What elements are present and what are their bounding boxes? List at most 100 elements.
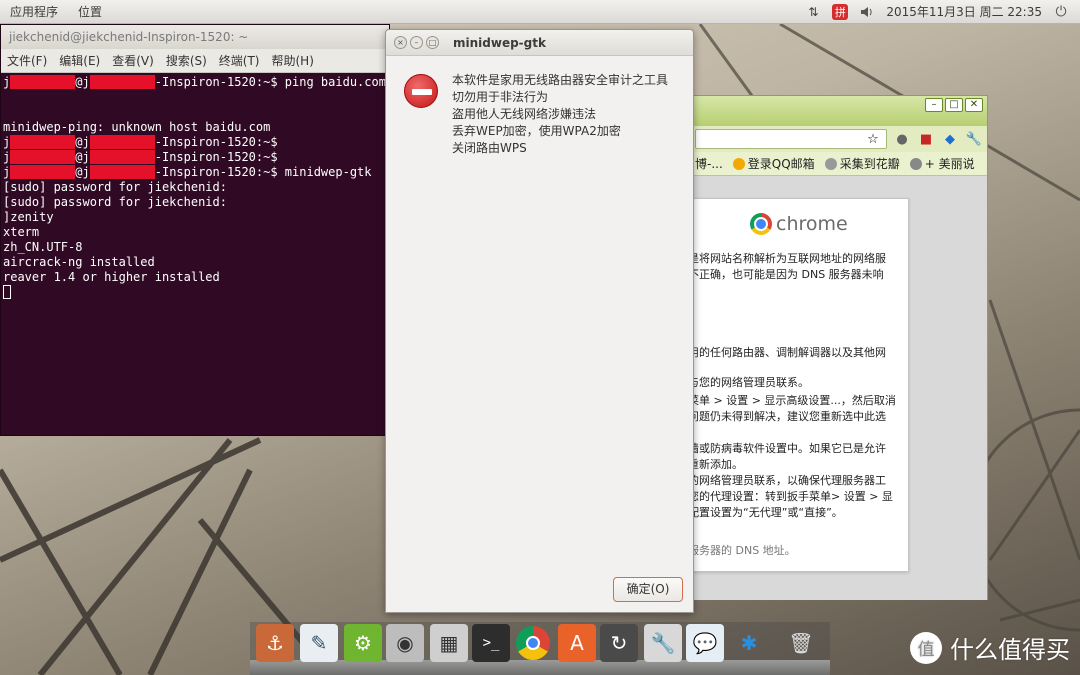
bookmark-qq-mail[interactable]: 登录QQ邮箱 [732, 155, 815, 172]
error-card: chrome 是将网站名称解析为互联网地址的网络服 不正确，也可能是因为 DNS… [681, 198, 909, 572]
error-text: 菜单 > 设置 > 显示高级设置...，然后取消 [688, 394, 896, 407]
message-line: 本软件是家用无线路由器安全审计之工具 [452, 73, 669, 87]
app-store-icon[interactable]: A [558, 624, 596, 662]
bookmark-item[interactable]: 博-... [695, 155, 723, 172]
menu-places[interactable]: 位置 [68, 3, 112, 20]
error-text: 重新添加。 [688, 458, 743, 471]
message-line: 切勿用于非法行为 [452, 90, 549, 104]
terminal-window: jiekchenid@jiekchenid-Inspiron-1520: ~ 文… [0, 24, 390, 436]
bookmark-huaban[interactable]: 采集到花瓣 [824, 155, 900, 172]
error-text: 不正确，也可能是因为 DNS 服务器未响 [688, 268, 884, 281]
terminal-text: -Inspiron-1520:~$ [154, 150, 278, 164]
system-updater-icon[interactable]: ↻ [600, 624, 638, 662]
chrome-icon[interactable] [514, 624, 552, 662]
star-icon[interactable]: ☆ [864, 130, 882, 148]
terminal-line: jiekchenid@jiekchenid-Inspiron-1520:~$ [3, 150, 387, 165]
menu-file[interactable]: 文件(F) [1, 52, 53, 69]
error-text: 配置设置为“无代理”或“直接”。 [688, 506, 843, 519]
error-text: 墙或防病毒软件设置中。如果它已是允许 [688, 442, 886, 455]
globe-extension-icon[interactable]: ● [893, 130, 911, 148]
text-editor-icon[interactable]: ✎ [300, 624, 338, 662]
redaction-mark: iekchenid [10, 150, 76, 164]
power-icon[interactable]: ⏻ [1052, 4, 1070, 20]
menu-edit[interactable]: 编辑(E) [53, 52, 106, 69]
menu-applications[interactable]: 应用程序 [0, 3, 68, 20]
watermark-logo: 值 什么值得买 [910, 630, 1070, 665]
text-cursor [3, 285, 11, 299]
message-line: 丢弃WEP加密，使用WPA2加密 [452, 124, 621, 138]
network-arrows-icon[interactable]: ⇅ [804, 4, 822, 20]
terminal-title: jiekchenid@jiekchenid-Inspiron-1520: ~ [9, 30, 249, 44]
chrome-titlebar[interactable]: – □ ✕ [691, 96, 987, 126]
terminal-text: @j [75, 135, 90, 149]
ok-button[interactable]: 确定(O) [613, 577, 683, 602]
settings-tool-icon[interactable]: 🔧 [644, 624, 682, 662]
dialog-titlebar[interactable]: × – □ minidwep-gtk [386, 30, 693, 56]
volume-icon[interactable] [858, 4, 876, 20]
minimize-button[interactable]: – [925, 98, 943, 112]
terminal-line: aircrack-ng installed [3, 255, 155, 269]
terminal-menubar: 文件(F) 编辑(E) 查看(V) 搜索(S) 终端(T) 帮助(H) [1, 49, 389, 73]
menu-help[interactable]: 帮助(H) [266, 52, 320, 69]
terminal-cursor-line [3, 285, 387, 300]
redaction-mark: iekchenid [10, 135, 76, 149]
dialog-maximize-button[interactable]: □ [426, 36, 439, 49]
dock-shelf [250, 660, 830, 675]
terminal-line: jiekchenid@jiekchenid-Inspiron-1520:~$ [3, 135, 387, 150]
terminal-text: @j [75, 150, 90, 164]
camera-icon[interactable]: ◉ [386, 624, 424, 662]
terminal-text: @j [75, 165, 90, 179]
terminal-icon[interactable]: >_ [472, 624, 510, 662]
message-line: 关闭路由WPS [452, 141, 527, 155]
chrome-toolbar: ☆ ● ■ ◆ 🔧 [691, 126, 987, 152]
terminal-text: -Inspiron-1520:~$ ping baidu.com [154, 75, 386, 89]
redaction-mark: iekchenid [89, 75, 155, 89]
red-extension-icon[interactable]: ■ [917, 130, 935, 148]
chrome-window: – □ ✕ ☆ ● ■ ◆ 🔧 博-... 登录QQ邮箱 采集到花瓣 + 美丽说… [681, 95, 988, 600]
address-bar[interactable]: ☆ [695, 129, 887, 149]
dialog-title: minidwep-gtk [453, 35, 546, 50]
menu-terminal[interactable]: 终端(T) [213, 52, 266, 69]
input-method-icon[interactable]: 拼 [832, 3, 849, 20]
qq-icon [732, 158, 745, 170]
close-button[interactable]: ✕ [965, 98, 983, 112]
network-icon[interactable]: ✱ [730, 624, 768, 662]
bookmark-meilishuo[interactable]: + 美丽说 [909, 155, 975, 172]
wrench-icon[interactable]: 🔧 [965, 130, 983, 148]
top-panel: 应用程序 位置 ⇅ 拼 2015年11月3日 周二 22:35 ⏻ [0, 0, 1080, 24]
error-text: 用的任何路由器、调制解调器以及其他网 [688, 346, 886, 359]
chrome-logo-icon [750, 213, 772, 235]
error-text: 问题仍未得到解决，建议您重新选中此选 [688, 410, 886, 423]
redaction-mark: iekchenid [89, 150, 155, 164]
terminal-text: -Inspiron-1520:~$ [154, 135, 278, 149]
terminal-output[interactable]: jiekchenid@jiekchenid-Inspiron-1520:~$ p… [1, 73, 389, 302]
error-text: 是将网站名称解析为互联网地址的网络服 [688, 252, 886, 265]
dialog-minimize-button[interactable]: – [410, 36, 423, 49]
trash-icon[interactable]: 🗑 [782, 624, 820, 662]
blue-extension-icon[interactable]: ◆ [941, 130, 959, 148]
watermark-text: 什么值得买 [950, 636, 1070, 664]
minidwep-dialog: × – □ minidwep-gtk 本软件是家用无线路由器安全审计之工具 切勿… [385, 29, 694, 613]
error-text: 与您的网络管理员联系。 [688, 376, 809, 389]
anchor-app-icon[interactable]: ⚓ [256, 624, 294, 662]
chat-icon[interactable]: 💬 [686, 624, 724, 662]
redaction-mark: iekchenid [10, 75, 76, 89]
terminal-line: [sudo] password for jiekchenid: [3, 195, 227, 209]
maximize-button[interactable]: □ [945, 98, 963, 112]
error-text: 您的代理设置：转到扳手菜单> 设置 > 显 [688, 490, 893, 503]
menu-search[interactable]: 搜索(S) [160, 52, 213, 69]
terminal-titlebar[interactable]: jiekchenid@jiekchenid-Inspiron-1520: ~ [1, 25, 389, 49]
page-content: chrome 是将网站名称解析为互联网地址的网络服 不正确，也可能是因为 DNS… [681, 176, 987, 600]
terminal-text: @j [75, 75, 90, 89]
error-text: 服务器的 DNS 地址。 [688, 544, 796, 557]
menu-view[interactable]: 查看(V) [106, 52, 160, 69]
clock[interactable]: 2015年11月3日 周二 22:35 [886, 3, 1042, 20]
software-center-icon[interactable]: ⚙ [344, 624, 382, 662]
terminal-line: minidwep-ping: unknown host baidu.com [3, 120, 271, 134]
dialog-close-button[interactable]: × [394, 36, 407, 49]
redaction-mark: iekchenid [89, 165, 155, 179]
calculator-icon[interactable]: ▦ [430, 624, 468, 662]
terminal-line: jiekchenid@jiekchenid-Inspiron-1520:~$ p… [3, 75, 387, 90]
terminal-line: xterm [3, 225, 40, 239]
